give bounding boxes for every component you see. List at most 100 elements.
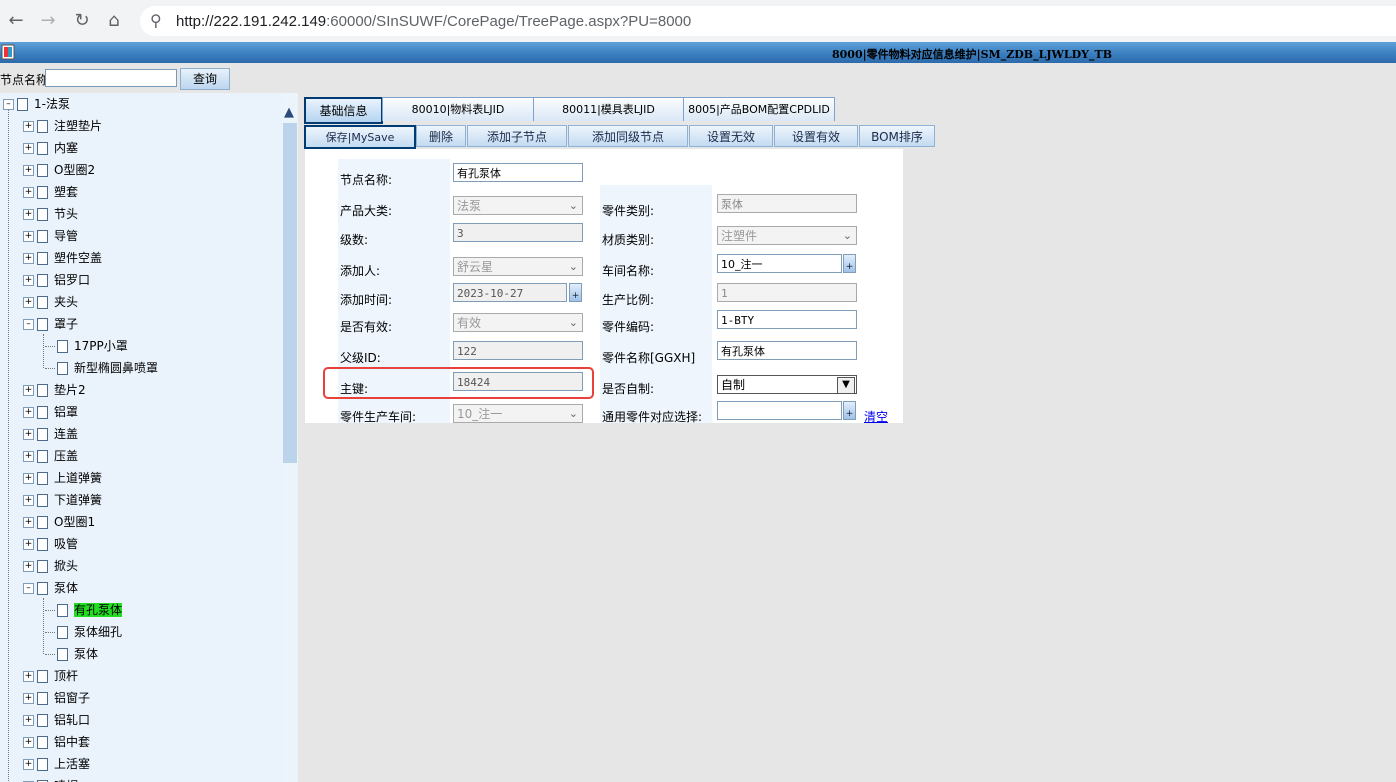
add-child-node-button[interactable]: 添加子节点 bbox=[467, 125, 567, 147]
node-name-label: 节点名称: bbox=[340, 173, 393, 187]
tree-node[interactable]: + 顶杆 bbox=[23, 665, 78, 687]
scroll-thumb[interactable] bbox=[283, 123, 297, 463]
date-picker-button[interactable]: + bbox=[569, 283, 582, 302]
chevron-down-icon: ⌄ bbox=[568, 407, 578, 420]
tree-node[interactable]: – 泵体 bbox=[23, 577, 78, 599]
tree-node[interactable]: + 铝罗口 bbox=[23, 269, 90, 291]
chevron-down-icon: ⌄ bbox=[568, 199, 578, 212]
tree-node[interactable]: + 铝罩 bbox=[23, 401, 78, 423]
tree-node[interactable]: + 节头 bbox=[23, 203, 78, 225]
query-button[interactable]: 查询 bbox=[180, 68, 230, 90]
tree-node[interactable]: + 铝中套 bbox=[23, 731, 90, 753]
tree-node[interactable]: + 压盖 bbox=[23, 445, 78, 467]
tree-node[interactable]: + 注塑垫片 bbox=[23, 115, 102, 137]
bom-sort-button[interactable]: BOM排序 bbox=[859, 125, 935, 147]
set-invalid-button[interactable]: 设置无效 bbox=[689, 125, 773, 147]
common-part-field[interactable] bbox=[717, 401, 842, 420]
material-type-select[interactable]: 注塑件 ⌄ bbox=[717, 226, 857, 245]
tree-leaf[interactable]: 泵体 bbox=[45, 643, 98, 665]
common-part-picker-button[interactable]: + bbox=[843, 401, 856, 420]
reload-icon[interactable]: ↻ bbox=[70, 9, 94, 33]
valid-label: 是否有效: bbox=[340, 320, 393, 334]
tree-scrollbar[interactable]: ▲ bbox=[282, 93, 298, 782]
part-code-label: 零件编码: bbox=[602, 320, 655, 334]
tree-node[interactable]: + 上道弹簧 bbox=[23, 467, 102, 489]
parent-id-label: 父级ID: bbox=[340, 351, 381, 365]
product-category-select[interactable]: 法泵 ⌄ bbox=[453, 196, 583, 215]
url-text: http://222.191.242.149:60000/SInSUWF/Cor… bbox=[176, 13, 692, 30]
tree-node[interactable]: + 塑件空盖 bbox=[23, 247, 102, 269]
tree-node[interactable]: – 罩子 bbox=[23, 313, 78, 335]
tab-mold-table[interactable]: 80011|模具表LJID bbox=[533, 97, 684, 121]
tree-node[interactable]: + 下道弹簧 bbox=[23, 489, 102, 511]
chevron-down-icon: ⌄ bbox=[568, 260, 578, 273]
tree-node[interactable]: + 垫片2 bbox=[23, 379, 86, 401]
chevron-down-icon: ⌄ bbox=[842, 229, 852, 242]
level-field[interactable]: 3 bbox=[453, 223, 583, 242]
part-type-field[interactable]: 泵体 bbox=[717, 194, 857, 213]
workshop-label: 车间名称: bbox=[602, 264, 655, 278]
search-row: 节点名称 查询 bbox=[0, 63, 1396, 93]
common-part-label: 通用零件对应选择: bbox=[602, 410, 703, 423]
production-workshop-label: 零件生产车间: bbox=[340, 410, 417, 423]
added-time-field[interactable]: 2023-10-27 bbox=[453, 283, 567, 302]
back-arrow-icon[interactable]: ← bbox=[4, 9, 28, 33]
tree-node[interactable]: + 连盖 bbox=[23, 423, 78, 445]
node-name-search-input[interactable] bbox=[45, 69, 177, 87]
part-code-field[interactable]: 1-BTY bbox=[717, 310, 857, 329]
chevron-down-icon: ⌄ bbox=[568, 316, 578, 329]
clear-link[interactable]: 清空 bbox=[864, 408, 888, 423]
tree-node[interactable]: + 上活塞 bbox=[23, 753, 90, 775]
valid-select[interactable]: 有效 ⌄ bbox=[453, 313, 583, 332]
tree-node[interactable]: + 吸管 bbox=[23, 533, 78, 555]
tab-basic-info[interactable]: 基础信息 bbox=[304, 97, 383, 124]
forward-arrow-icon[interactable]: → bbox=[36, 9, 60, 33]
tree-node[interactable]: + 内塞 bbox=[23, 137, 78, 159]
node-name-field[interactable]: 有孔泵体 bbox=[453, 163, 583, 182]
tree-leaf[interactable]: 新型椭圆鼻喷罩 bbox=[45, 357, 158, 379]
tree-node[interactable]: + 掀头 bbox=[23, 555, 78, 577]
tree-node[interactable]: + 导管 bbox=[23, 225, 78, 247]
part-name-field[interactable]: 有孔泵体 bbox=[717, 341, 857, 360]
search-icon: ⚲ bbox=[150, 11, 162, 30]
set-valid-button[interactable]: 设置有效 bbox=[774, 125, 858, 147]
self-made-select[interactable]: 自制 ▼ bbox=[717, 375, 857, 394]
highlight-box bbox=[323, 367, 594, 399]
tree-node[interactable]: + O型圈2 bbox=[23, 159, 95, 181]
address-bar[interactable]: ⚲ http://222.191.242.149:60000/SInSUWF/C… bbox=[140, 6, 1396, 36]
chevron-down-icon: ▼ bbox=[837, 377, 855, 394]
tree-node[interactable]: +喷帽 bbox=[23, 775, 78, 782]
tree-leaf-selected[interactable]: 有孔泵体 bbox=[45, 599, 123, 621]
part-name-label: 零件名称[GGXH] bbox=[602, 351, 696, 365]
level-label: 级数: bbox=[340, 233, 369, 247]
ratio-field[interactable]: 1 bbox=[717, 283, 857, 302]
tree-node[interactable]: + 塑套 bbox=[23, 181, 78, 203]
self-made-label: 是否自制: bbox=[602, 382, 655, 396]
tab-product-bom[interactable]: 8005|产品BOM配置CPDLID bbox=[683, 97, 835, 121]
tab-material-table[interactable]: 80010|物料表LJID bbox=[382, 97, 534, 121]
home-icon[interactable]: ⌂ bbox=[102, 9, 126, 33]
document-icon bbox=[17, 98, 28, 111]
delete-button[interactable]: 删除 bbox=[416, 125, 466, 147]
app-logo-icon bbox=[1, 44, 15, 60]
tree-leaf[interactable]: 泵体细孔 bbox=[45, 621, 122, 643]
save-button[interactable]: 保存|MySave bbox=[304, 125, 416, 149]
scroll-up-arrow-icon[interactable]: ▲ bbox=[284, 105, 294, 120]
tree-node[interactable]: + 铝轧口 bbox=[23, 709, 90, 731]
app-title-bar: 8000|零件物料对应信息维护|SM_ZDB_LJWLDY_TB bbox=[0, 42, 1396, 63]
tree-leaf[interactable]: 17PP小罩 bbox=[45, 335, 128, 357]
added-by-select[interactable]: 舒云星 ⌄ bbox=[453, 257, 583, 276]
tree-node[interactable]: + 铝窗子 bbox=[23, 687, 90, 709]
part-type-label: 零件类别: bbox=[602, 204, 655, 218]
added-by-label: 添加人: bbox=[340, 264, 381, 278]
product-category-label: 产品大类: bbox=[340, 204, 393, 218]
parent-id-field[interactable]: 122 bbox=[453, 341, 583, 360]
tree-root[interactable]: –1-法泵 bbox=[3, 93, 70, 115]
tree-node[interactable]: + O型圈1 bbox=[23, 511, 95, 533]
production-workshop-select[interactable]: 10_注一 ⌄ bbox=[453, 404, 583, 423]
add-sibling-node-button[interactable]: 添加同级节点 bbox=[568, 125, 688, 147]
added-time-label: 添加时间: bbox=[340, 293, 393, 307]
workshop-field[interactable]: 10_注一 bbox=[717, 254, 842, 273]
tree-node[interactable]: + 夹头 bbox=[23, 291, 78, 313]
workshop-picker-button[interactable]: + bbox=[843, 254, 856, 273]
